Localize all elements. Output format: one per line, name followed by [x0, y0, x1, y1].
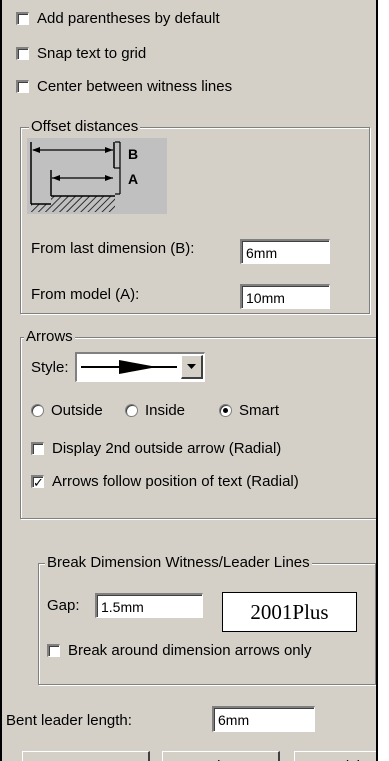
break-around-arrows-option[interactable]: Break around dimension arrows only — [47, 642, 311, 659]
radio-inside-label: Inside — [145, 402, 186, 419]
center-witness-checkbox[interactable] — [16, 80, 29, 93]
bent-leader-label: Bent leader length: — [6, 712, 132, 729]
add-parentheses-checkbox[interactable] — [16, 12, 29, 25]
display-2nd-arrow-option[interactable]: Display 2nd outside arrow (Radial) — [31, 440, 281, 457]
offset-distances-group: Offset distances B A From last dimension… — [20, 118, 370, 314]
snap-text-checkbox[interactable] — [16, 47, 29, 60]
snap-text-label: Snap text to grid — [37, 45, 147, 62]
arrows-group: Arrows Style: Outside Inside Smart Displ… — [20, 328, 376, 519]
diagram-label-a: A — [128, 171, 139, 187]
offset-distances-legend: Offset distances — [29, 118, 141, 135]
break-around-arrows-checkbox[interactable] — [47, 644, 60, 657]
radio-inside[interactable] — [125, 404, 138, 417]
offset-diagram-icon — [27, 138, 167, 214]
bent-leader-field[interactable]: 6mm — [212, 706, 315, 732]
style-label: Style: — [31, 359, 69, 376]
watermark-label: 2001Plus — [222, 592, 357, 632]
snap-text-option[interactable]: Snap text to grid — [16, 45, 146, 62]
break-around-arrows-label: Break around dimension arrows only — [68, 642, 312, 659]
gap-field[interactable]: 1.5mm — [95, 593, 203, 618]
from-last-field[interactable]: 6mm — [240, 239, 330, 264]
radio-smart[interactable] — [219, 404, 232, 417]
radio-inside-option[interactable]: Inside — [125, 402, 185, 419]
from-model-field[interactable]: 10mm — [240, 284, 330, 309]
style-dropdown-button[interactable] — [181, 355, 203, 379]
gap-label: Gap: — [47, 597, 80, 614]
break-lines-legend: Break Dimension Witness/Leader Lines — [45, 554, 312, 571]
dimension-options-panel: Add parentheses by default Snap text to … — [0, 0, 378, 761]
radio-outside-option[interactable]: Outside — [31, 402, 103, 419]
radio-smart-label: Smart — [239, 402, 280, 419]
offset-diagram: B A — [27, 138, 167, 214]
arrows-follow-text-option[interactable]: ✓ Arrows follow position of text (Radial… — [31, 473, 299, 490]
diagram-label-b: B — [128, 146, 139, 162]
radio-outside-label: Outside — [51, 402, 103, 419]
font-button[interactable]: Font... — [22, 751, 150, 761]
arrows-follow-text-checkbox[interactable]: ✓ — [31, 475, 44, 489]
arrows-follow-text-label: Arrows follow position of text (Radial) — [52, 473, 299, 490]
arrows-legend: Arrows — [24, 328, 75, 345]
arrow-style-preview-icon — [81, 360, 177, 374]
center-witness-label: Center between witness lines — [37, 78, 233, 95]
from-last-label: From last dimension (B): — [31, 240, 195, 257]
radio-smart-option[interactable]: Smart — [219, 402, 279, 419]
leaders-button[interactable]: Leaders... — [162, 751, 280, 761]
display-2nd-arrow-label: Display 2nd outside arrow (Radial) — [52, 440, 282, 457]
display-2nd-arrow-checkbox[interactable] — [31, 442, 44, 455]
precision-button[interactable]: Precision — [294, 751, 376, 761]
center-witness-option[interactable]: Center between witness lines — [16, 78, 232, 95]
chevron-down-icon — [187, 363, 196, 369]
add-parentheses-option[interactable]: Add parentheses by default — [16, 10, 220, 27]
from-model-label: From model (A): — [31, 286, 140, 303]
radio-outside[interactable] — [31, 404, 44, 417]
add-parentheses-label: Add parentheses by default — [37, 10, 220, 27]
arrow-style-select[interactable] — [75, 352, 205, 382]
